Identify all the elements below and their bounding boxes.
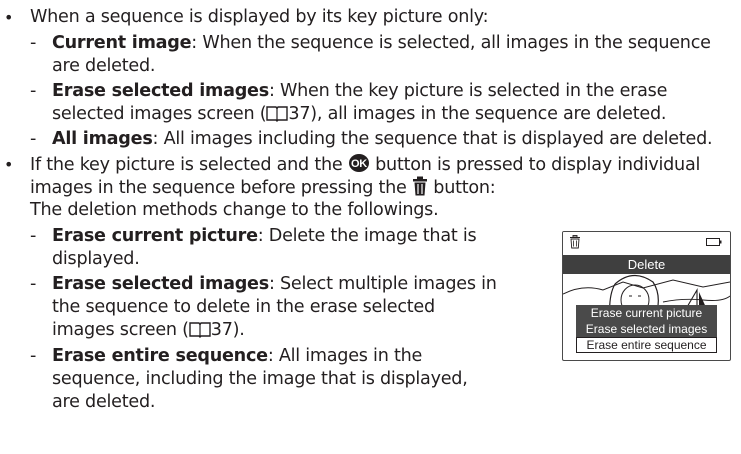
camera-screen-illustration: Delete Erase current picture Erase selec… (562, 231, 731, 361)
term: Current image (52, 33, 192, 53)
text: selected images screen ( (52, 104, 267, 124)
bullet: • (4, 8, 14, 27)
term: Erase entire sequence (52, 346, 268, 366)
svg-text:OK: OK (351, 158, 367, 170)
menu-option-erase-entire-sequence: Erase entire sequence (576, 337, 717, 353)
sub-item-continuation: are deleted. (52, 392, 156, 412)
sub-item-continuation: images screen ( 37). (52, 319, 245, 342)
sub-item-continuation: selected images screen ( 37), all images … (52, 103, 666, 126)
menu-title: Delete (627, 257, 666, 272)
page-ref: 37 (210, 320, 233, 340)
book-reference-icon (266, 106, 289, 122)
sub-item-continuation: sequence, including the image that is di… (52, 369, 468, 389)
bullet-text: When a sequence is displayed by its key … (30, 7, 489, 27)
bullet-text: If the key picture is selected and the O… (30, 153, 700, 177)
bullet: • (4, 155, 14, 174)
desc: : Delete the image that is (257, 226, 477, 246)
dash: - (30, 129, 37, 149)
text: button is pressed to display individual (369, 155, 701, 175)
book-reference-icon (189, 322, 211, 338)
menu-option-erase-current-picture: Erase current picture (576, 305, 717, 321)
battery-icon (706, 238, 722, 246)
bullet-text: The deletion methods change to the follo… (30, 200, 439, 220)
sub-item-current-image: Current image: When the sequence is sele… (52, 32, 711, 55)
sub-item-erase-selected-2: Erase selected images: Select multiple i… (52, 273, 497, 296)
desc: : When the key picture is selected in th… (268, 81, 668, 101)
text: ), all images in the sequence are delete… (310, 104, 667, 124)
trash-icon (412, 176, 427, 196)
ok-button-icon: OK (348, 154, 369, 172)
term: Erase selected images (52, 81, 269, 101)
dash: - (30, 226, 37, 246)
sub-item-continuation: displayed. (52, 249, 140, 269)
page-ref: 37 (288, 104, 311, 124)
text: If the key picture is selected and the (30, 155, 348, 175)
text: images screen ( (52, 320, 189, 340)
dash: - (30, 81, 37, 101)
status-bar (563, 232, 730, 252)
text: images in the sequence before pressing t… (30, 178, 412, 198)
bullet-text: images in the sequence before pressing t… (30, 176, 496, 200)
desc: : When the sequence is selected, all ima… (191, 33, 711, 53)
sub-item-continuation: the sequence to delete in the erase sele… (52, 297, 435, 317)
sub-item-all-images: All images: All images including the seq… (52, 128, 713, 151)
desc: : All images including the sequence that… (152, 129, 713, 149)
term: All images (52, 129, 153, 149)
text: ). (232, 320, 245, 340)
desc: : Select multiple images in (268, 274, 497, 294)
term: Erase current picture (52, 226, 258, 246)
menu-option-erase-selected-images: Erase selected images (576, 321, 717, 337)
sub-item-erase-selected: Erase selected images: When the key pict… (52, 80, 667, 103)
sub-item-erase-entire: Erase entire sequence: All images in the (52, 345, 422, 368)
dash: - (30, 346, 37, 366)
desc: : All images in the (267, 346, 423, 366)
sub-item-erase-current: Erase current picture: Delete the image … (52, 225, 477, 248)
term: Erase selected images (52, 274, 269, 294)
delete-mode-icon (570, 235, 580, 249)
dash: - (30, 274, 37, 294)
dash: - (30, 33, 37, 53)
sub-item-continuation: are deleted. (52, 56, 156, 76)
text: button: (427, 178, 496, 198)
